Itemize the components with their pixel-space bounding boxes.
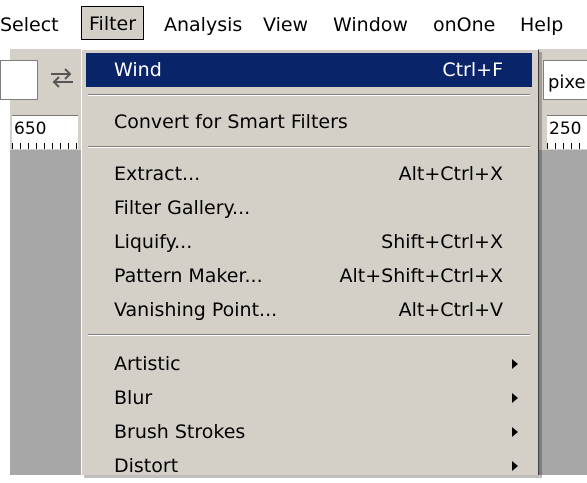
menu-item-liquify[interactable]: Liquify... Shift+Ctrl+X [86, 225, 532, 259]
submenu-arrow-icon [512, 427, 518, 437]
menu-separator [88, 334, 530, 336]
menu-item-label: Liquify... [114, 231, 193, 253]
ruler-right: 250 [547, 115, 587, 149]
filter-menu: Wind Ctrl+F Convert for Smart Filters Ex… [81, 49, 539, 477]
menu-item-label: Distort [114, 455, 179, 477]
menu-item-label: Blur [114, 387, 153, 409]
menu-item-label: Wind [114, 59, 162, 81]
menu-select[interactable]: Select [0, 13, 59, 37]
menu-item-shortcut: Alt+Ctrl+X [398, 163, 503, 185]
menu-item-label: Artistic [114, 353, 181, 375]
menu-item-label: Pattern Maker... [114, 265, 263, 287]
submenu-arrow-icon [512, 359, 518, 369]
menu-item-blur[interactable]: Blur [86, 381, 532, 415]
menu-item-vanishing-point[interactable]: Vanishing Point... Alt+Ctrl+V [86, 293, 532, 327]
menu-window[interactable]: Window [333, 13, 408, 37]
menu-item-label: Convert for Smart Filters [114, 111, 348, 133]
menu-item-label: Filter Gallery... [114, 197, 251, 219]
menu-view[interactable]: View [263, 13, 308, 37]
menu-filter[interactable]: Filter [81, 6, 145, 40]
swap-arrows-icon[interactable] [48, 67, 76, 89]
menu-help[interactable]: Help [520, 13, 563, 37]
menu-item-wind[interactable]: Wind Ctrl+F [86, 53, 532, 87]
menu-bar: Select Filter Analysis View Window onOne… [0, 0, 587, 49]
menu-item-label: Brush Strokes [114, 421, 246, 443]
ruler-number-right: 250 [549, 119, 582, 139]
menu-item-artistic[interactable]: Artistic [86, 347, 532, 381]
width-field[interactable] [0, 60, 38, 100]
menu-analysis[interactable]: Analysis [164, 13, 242, 37]
menu-item-pattern-maker[interactable]: Pattern Maker... Alt+Shift+Ctrl+X [86, 259, 532, 293]
units-text: pixe [548, 72, 586, 93]
menu-item-label: Extract... [114, 163, 201, 185]
ruler-number-left: 650 [14, 119, 47, 139]
menu-item-filter-gallery[interactable]: Filter Gallery... [86, 191, 532, 225]
menu-item-shortcut: Shift+Ctrl+X [381, 231, 503, 253]
menu-onone[interactable]: onOne [433, 13, 495, 37]
menu-item-distort[interactable]: Distort [86, 449, 532, 483]
menu-item-brush-strokes[interactable]: Brush Strokes [86, 415, 532, 449]
menu-separator [88, 94, 530, 96]
menu-item-extract[interactable]: Extract... Alt+Ctrl+X [86, 157, 532, 191]
menu-item-convert-smart-filters[interactable]: Convert for Smart Filters [86, 105, 532, 139]
ruler-left: 650 [12, 115, 78, 149]
submenu-arrow-icon [512, 461, 518, 471]
menu-item-label: Vanishing Point... [114, 299, 278, 321]
menu-separator [88, 146, 530, 148]
submenu-arrow-icon [512, 393, 518, 403]
units-field[interactable]: pixe [543, 60, 587, 100]
menu-item-shortcut: Alt+Ctrl+V [398, 299, 503, 321]
menu-item-shortcut: Ctrl+F [442, 59, 503, 81]
menu-item-shortcut: Alt+Shift+Ctrl+X [339, 265, 504, 287]
